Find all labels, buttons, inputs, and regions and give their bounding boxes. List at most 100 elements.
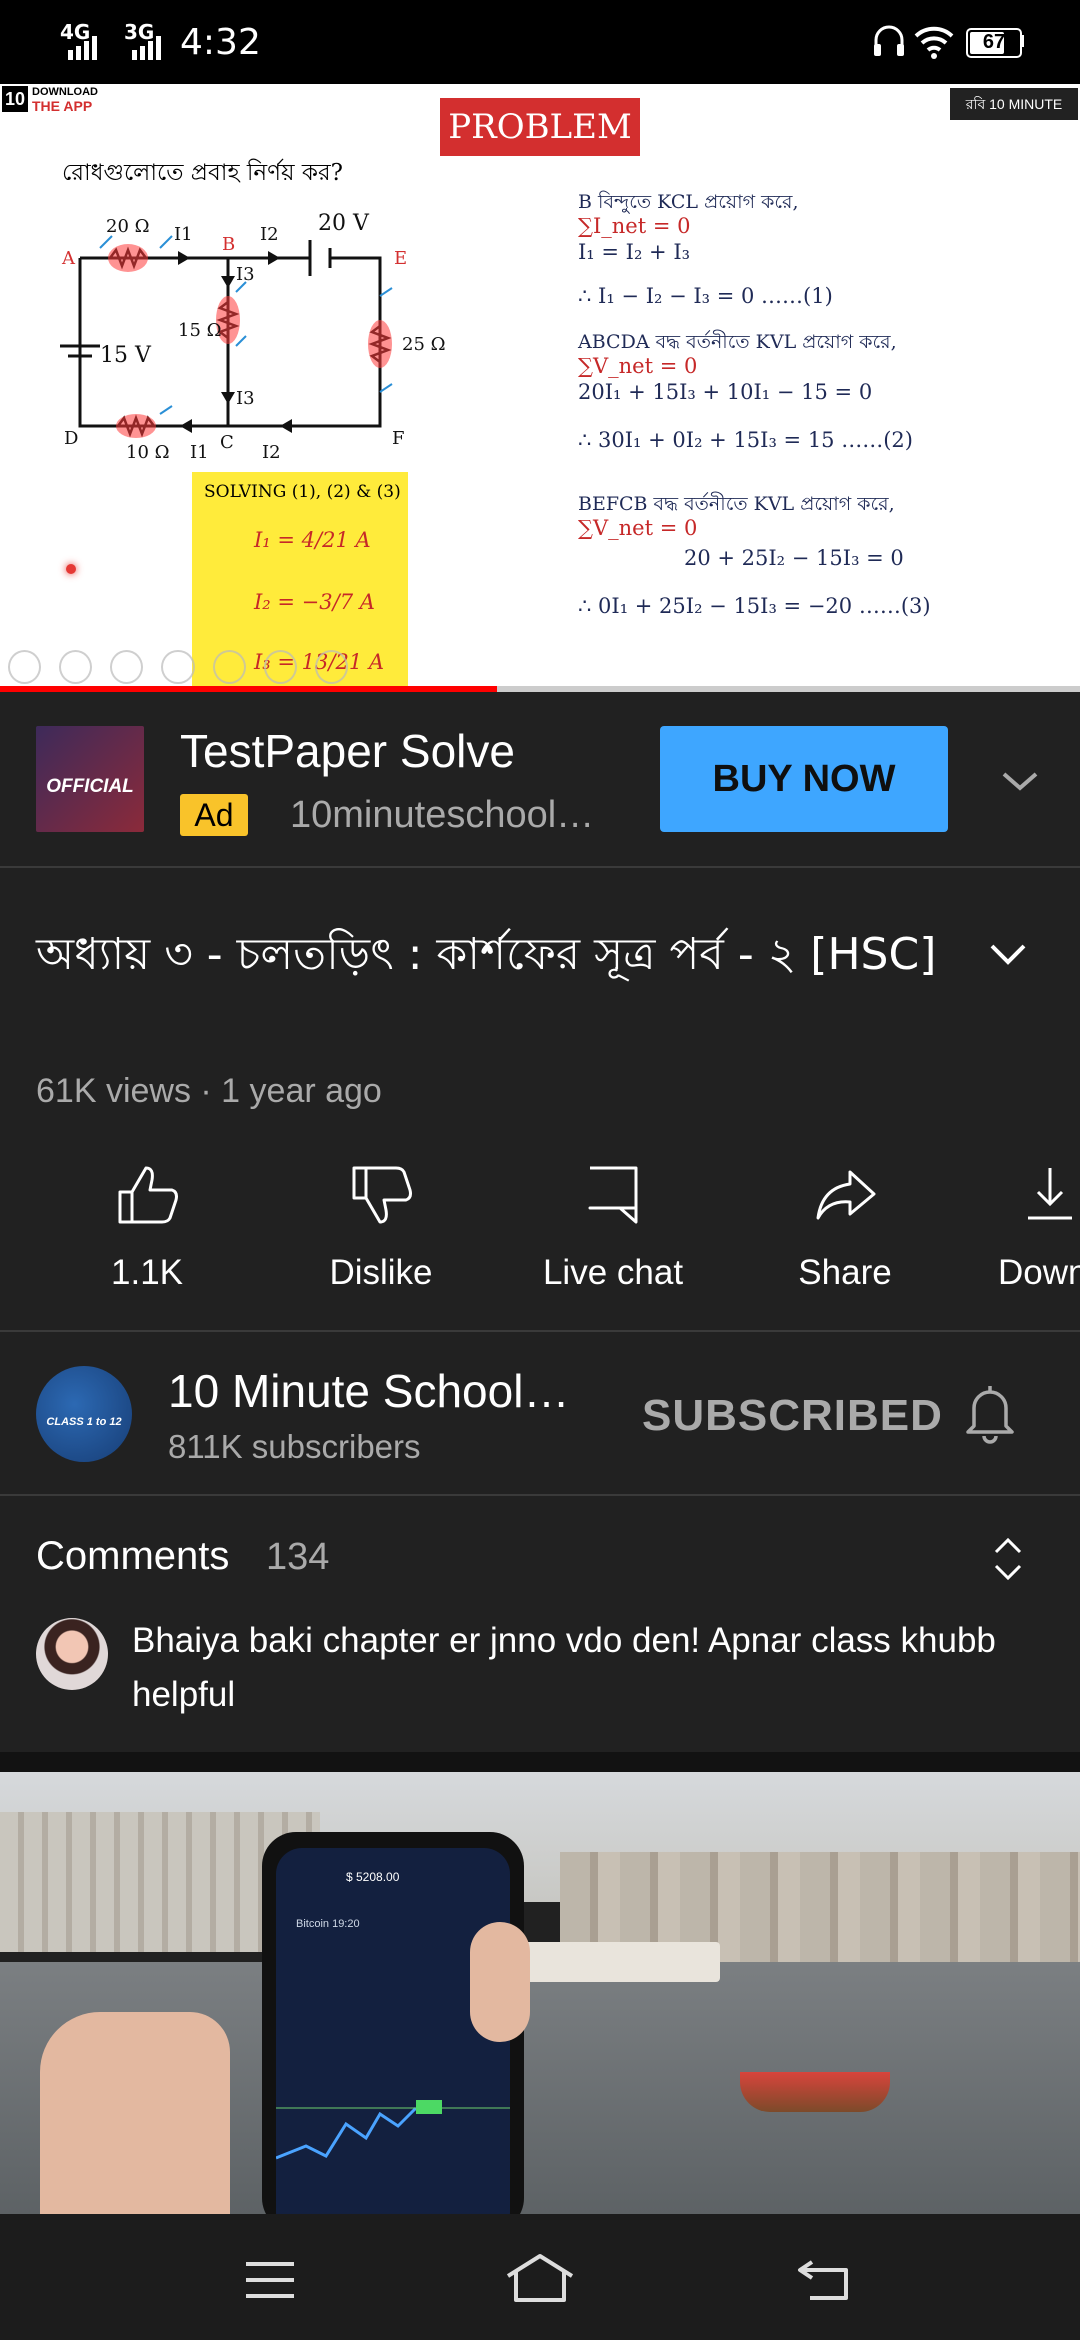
brand-logo-badge: 10: [2, 86, 28, 112]
ad-badge: Ad: [180, 794, 248, 836]
node-b: B: [222, 234, 235, 255]
dislike-button[interactable]: Dislike: [281, 1160, 481, 1293]
boat: [740, 2072, 890, 2112]
node-e: E: [394, 248, 407, 269]
node-c: C: [220, 432, 234, 453]
ad-domain: 10minuteschool…: [290, 794, 595, 836]
subscribed-button[interactable]: SUBSCRIBED: [636, 1390, 949, 1442]
like-icon: [118, 1166, 178, 1224]
like-count: 1.1K: [111, 1253, 183, 1292]
buy-now-button[interactable]: BUY NOW: [660, 726, 948, 832]
node-f: F: [392, 428, 405, 449]
video-player[interactable]: 10 DOWNLOAD THE APP রবি 10 MINUTE SCHOOL…: [0, 84, 1080, 692]
phone-chart: [276, 2100, 510, 2160]
download-label: Down: [998, 1253, 1080, 1292]
the-app-label: THE APP: [32, 98, 93, 114]
wifi-icon: [914, 26, 954, 59]
back-icon[interactable]: [796, 2254, 852, 2302]
share-icon: [816, 1170, 876, 1220]
current-i2-top: I2: [260, 224, 279, 245]
download-button[interactable]: Down: [980, 1160, 1080, 1293]
resistor-20-label: 20 Ω: [106, 216, 150, 237]
menu-icon[interactable]: [244, 2260, 296, 2300]
ad-title[interactable]: TestPaper Solve: [180, 724, 515, 778]
pointer-dot: [66, 564, 76, 574]
expand-description-icon[interactable]: [986, 940, 1030, 968]
shapes-icon: [263, 650, 297, 684]
share-label: Share: [798, 1253, 892, 1292]
next-video-thumbnail[interactable]: $ 5208.00 Bitcoin 19:20: [0, 1772, 1080, 2214]
equation-line: ∴ I₁ − I₂ − I₃ = 0 ……(1): [578, 284, 833, 308]
clock: 4:32: [180, 22, 261, 63]
question-text: রোধগুলোতে প্রবাহ নির্ণয় কর?: [62, 160, 343, 186]
current-i3-top: I3: [236, 264, 255, 285]
channel-avatar-text: CLASS 1 to 12: [46, 1416, 122, 1428]
equation-line: 20I₁ + 15I₃ + 10I₁ − 15 = 0: [578, 380, 873, 404]
equation-line: ∴ 30I₁ + 0I₂ + 15I₃ = 15 ……(2): [578, 428, 913, 452]
pen-icon: [110, 650, 144, 684]
node-d: D: [64, 428, 78, 449]
equation-line: ∑V_net = 0: [578, 354, 698, 378]
equation-line: ∑V_net = 0: [578, 516, 698, 540]
source-15v-label: 15 V: [100, 343, 152, 368]
ad-logo-text: OFFICIAL: [46, 776, 134, 797]
current-i2-bottom: I2: [262, 442, 281, 463]
resistor-15-label: 15 Ω: [178, 320, 222, 341]
like-button[interactable]: 1.1K: [47, 1160, 247, 1293]
equation-line: 20 + 25I₂ − 15I₃ = 0: [684, 546, 904, 570]
current-i1-bottom: I1: [190, 442, 209, 463]
drawing-toolbar: [8, 650, 348, 686]
download-label: DOWNLOAD: [32, 86, 98, 98]
expand-comments-icon[interactable]: [990, 1534, 1026, 1584]
video-meta: 61K views · 1 year ago: [36, 1072, 382, 1110]
status-bar: 4G 3G 4:32 67: [0, 0, 1080, 84]
resistor-25-label: 25 Ω: [402, 334, 446, 355]
source-20v-label: 20 V: [318, 211, 370, 236]
section-separator: [0, 1752, 1080, 1772]
current-i3-bottom: I3: [236, 388, 255, 409]
channel-name[interactable]: 10 Minute School…: [168, 1364, 569, 1418]
live-chat-icon: [588, 1166, 638, 1224]
prev-slide-icon: [8, 650, 42, 684]
current-i1-top: I1: [174, 224, 193, 245]
thumb-finger: [470, 1922, 530, 2042]
solution-i2: I₂ = −3/7 A: [254, 590, 375, 614]
dislike-label: Dislike: [329, 1253, 433, 1292]
phone-asset: Bitcoin 19:20: [296, 1918, 360, 1930]
solution-i1: I₁ = 4/21 A: [254, 528, 371, 552]
notification-bell-icon[interactable]: [960, 1380, 1020, 1446]
eraser-icon: [161, 650, 195, 684]
problem-banner: PROBLEM: [440, 98, 640, 156]
live-chat-label: Live chat: [542, 1253, 684, 1292]
settings-icon: [314, 650, 348, 684]
comments-title: Comments: [36, 1534, 230, 1578]
share-button[interactable]: Share: [745, 1160, 945, 1293]
channel-avatar[interactable]: CLASS 1 to 12: [36, 1366, 132, 1462]
channel-watermark: রবি 10 MINUTE SCHOOL: [950, 88, 1078, 144]
top-comment-text: Bhaiya baki chapter er jnno vdo den! Apn…: [132, 1621, 996, 1714]
video-title[interactable]: অধ্যায় ৩ - চলতড়িৎ : কার্শফের সূত্র পর্…: [36, 920, 976, 990]
live-chat-button[interactable]: Live chat: [513, 1160, 713, 1293]
chevron-down-icon[interactable]: [998, 766, 1042, 794]
dislike-icon: [352, 1166, 412, 1224]
commenter-avatar[interactable]: [36, 1618, 108, 1690]
equation-line: ∴ 0I₁ + 25I₂ − 15I₃ = −20 ……(3): [578, 594, 931, 618]
resistor-10-label: 10 Ω: [126, 442, 170, 463]
highlighter-icon: [212, 650, 246, 684]
download-icon: [1028, 1168, 1072, 1220]
subscriber-count: 811K subscribers: [168, 1428, 421, 1465]
headphones-icon: [874, 25, 904, 56]
phone-balance: $ 5208.00: [346, 1870, 400, 1884]
comments-count: 134: [266, 1536, 330, 1578]
system-nav-bar: [0, 2214, 1080, 2340]
divider: [0, 1330, 1080, 1332]
solving-title: SOLVING (1), (2) & (3): [204, 482, 401, 502]
hand: [40, 2012, 230, 2214]
battery-icon: 67: [966, 28, 1022, 58]
equation-line: ∑I_net = 0: [578, 214, 691, 238]
ad-logo[interactable]: OFFICIAL: [36, 726, 144, 832]
home-icon[interactable]: [504, 2252, 576, 2304]
equation-line: I₁ = I₂ + I₃: [578, 240, 691, 264]
next-slide-icon: [59, 650, 93, 684]
battery-level: 67: [982, 31, 1006, 53]
